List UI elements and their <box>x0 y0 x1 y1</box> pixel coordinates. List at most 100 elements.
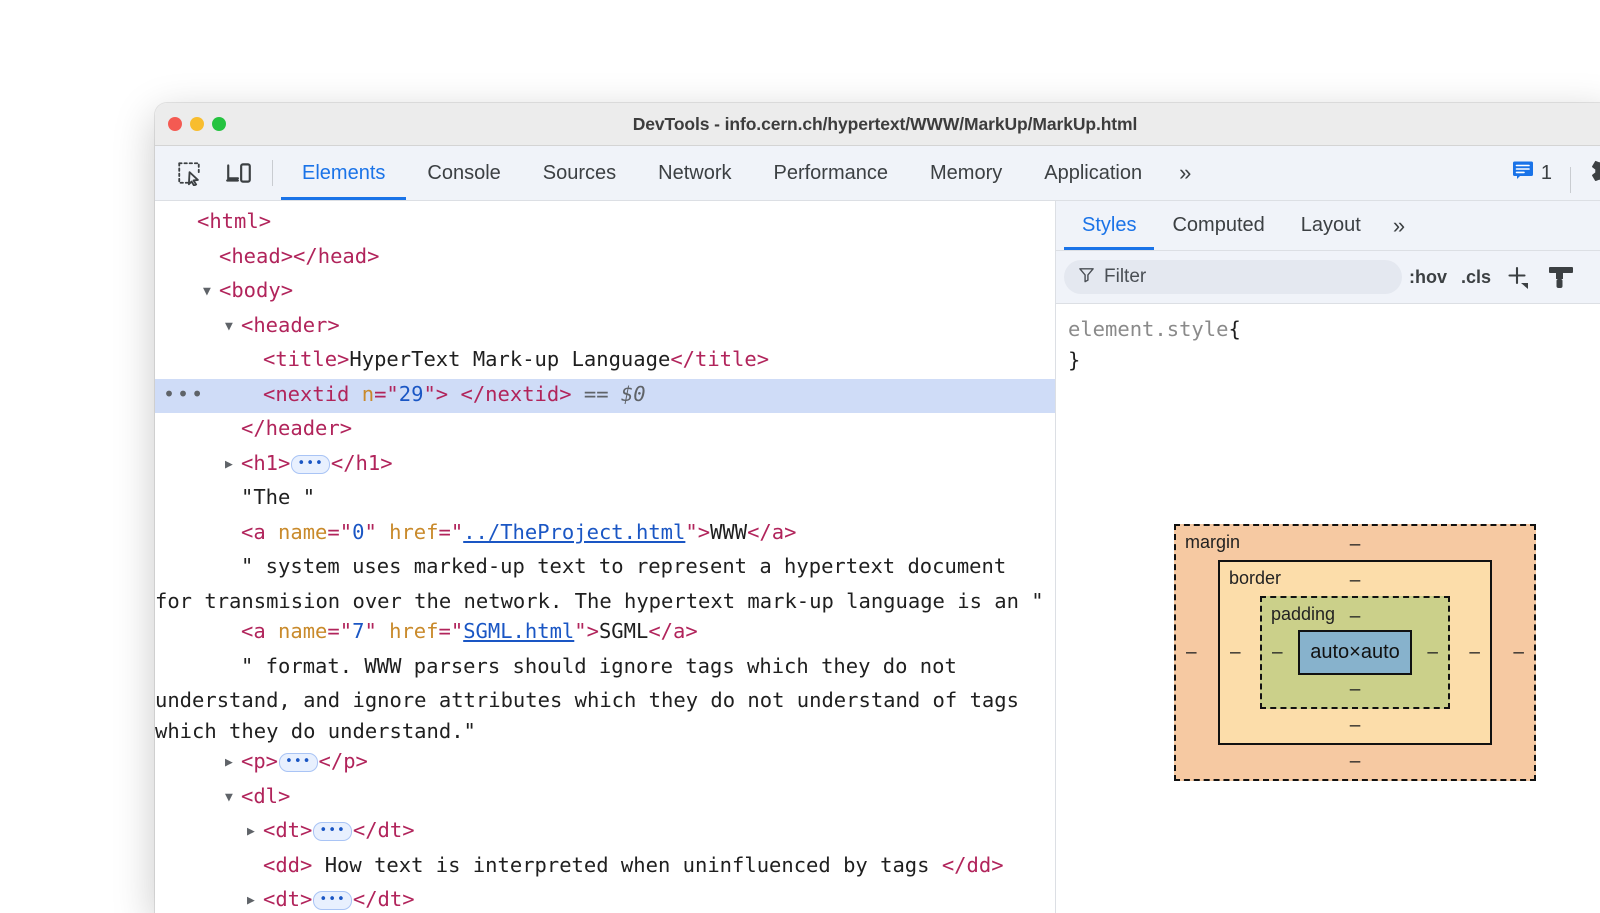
tab-styles[interactable]: Styles <box>1064 201 1155 250</box>
box-model-margin-left[interactable]: – <box>1186 642 1197 664</box>
box-model-padding-bottom[interactable]: – <box>1262 679 1448 701</box>
box-model-padding[interactable]: padding – – – – auto×auto <box>1260 596 1450 709</box>
token-tag: "> <box>574 619 599 643</box>
tab-memory[interactable]: Memory <box>909 146 1023 200</box>
dom-node-content: " system uses marked-up text to represen… <box>155 554 1044 613</box>
tab-application-label: Application <box>1044 161 1143 184</box>
tab-computed[interactable]: Computed <box>1154 201 1282 250</box>
expand-triangle-icon[interactable]: ▶ <box>225 748 241 779</box>
collapse-triangle-icon[interactable]: ▼ <box>203 277 219 308</box>
dom-node-html-open[interactable]: <html> <box>155 206 1055 241</box>
box-model-padding-right[interactable]: – <box>1427 642 1438 664</box>
copy-styles-icon[interactable] <box>1540 263 1582 291</box>
tab-performance[interactable]: Performance <box>753 146 910 200</box>
dom-node-text-system[interactable]: " system uses marked-up text to represen… <box>155 551 1055 616</box>
box-model-border-bottom[interactable]: – <box>1220 715 1490 737</box>
expand-triangle-icon[interactable]: ▶ <box>225 450 241 481</box>
token-tag: =" <box>374 381 399 406</box>
dom-node-dl-open[interactable]: ▼ <dl> <box>155 781 1055 816</box>
tab-elements[interactable]: Elements <box>281 146 407 200</box>
token-val: 7 <box>352 619 365 643</box>
token-tag: </dt> <box>352 818 415 842</box>
styles-more-tabs-chevron-icon[interactable]: » <box>1379 201 1416 250</box>
dom-node-header-close[interactable]: </header> <box>155 413 1055 448</box>
token-attr: name <box>278 619 328 643</box>
dom-node-h1[interactable]: ▶ <h1> ••• </h1> <box>155 448 1055 483</box>
dom-node-p[interactable]: ▶ <p> ••• </p> <box>155 746 1055 781</box>
message-count-indicator[interactable]: 1 <box>1502 160 1562 186</box>
tab-application[interactable]: Application <box>1023 146 1163 200</box>
token-lnk[interactable]: SGML.html <box>463 619 574 643</box>
expand-children-ellipsis-icon[interactable]: ••• <box>291 454 330 474</box>
token-tag: <a <box>241 519 279 544</box>
box-model-margin-bottom[interactable]: – <box>1176 751 1534 773</box>
token-tag: <p> <box>241 749 279 773</box>
token-txt: WWW <box>710 519 748 544</box>
token-tag: </h1> <box>330 450 393 475</box>
element-style-rule[interactable]: element.style{ } <box>1056 304 1600 376</box>
tab-computed-label: Computed <box>1172 214 1265 236</box>
token-tag: "> </nextid> <box>423 381 572 406</box>
box-model-margin-right[interactable]: – <box>1513 642 1524 664</box>
node-context-menu-icon[interactable]: ••• <box>163 379 205 410</box>
expand-children-ellipsis-icon[interactable]: ••• <box>279 753 318 772</box>
tab-console[interactable]: Console <box>406 146 521 200</box>
new-style-rule-button[interactable] <box>1498 263 1540 291</box>
tab-styles-label: Styles <box>1082 214 1137 236</box>
filter-icon <box>1078 266 1095 289</box>
dom-node-content: <nextid n="29"> </nextid> == $0 <box>263 382 646 406</box>
toggle-element-state-button[interactable]: :hov <box>1402 267 1454 288</box>
dom-node-nextid[interactable]: ••• <nextid n="29"> </nextid> == $0 <box>155 378 1055 413</box>
collapse-triangle-icon[interactable]: ▼ <box>225 312 241 343</box>
settings-button[interactable] <box>1579 153 1600 194</box>
expand-triangle-icon[interactable]: ▶ <box>247 817 263 848</box>
tab-sources[interactable]: Sources <box>522 146 637 200</box>
box-model-margin[interactable]: margin – – – – border – – – – padding – <box>1174 524 1536 781</box>
filter-input[interactable]: Filter <box>1064 260 1402 294</box>
box-model-border[interactable]: border – – – – padding – – – – auto×auto <box>1218 560 1492 745</box>
box-model-padding-top[interactable]: – <box>1262 606 1448 628</box>
expand-children-ellipsis-icon[interactable]: ••• <box>313 891 352 910</box>
dom-node-head[interactable]: <head></head> <box>155 241 1055 276</box>
dom-node-a-www[interactable]: <a name="0" href="../TheProject.html">WW… <box>155 517 1055 552</box>
dom-node-text-the[interactable]: "The " <box>155 482 1055 517</box>
box-model-border-right[interactable]: – <box>1469 642 1480 664</box>
box-model-content[interactable]: auto×auto <box>1298 630 1412 675</box>
tab-layout[interactable]: Layout <box>1283 201 1379 250</box>
tab-console-label: Console <box>427 161 501 184</box>
token-val: 0 <box>352 519 365 544</box>
more-tabs-label: » <box>1179 160 1191 185</box>
dom-node-title[interactable]: <title>HyperText Mark-up Language</title… <box>155 344 1055 379</box>
tab-network[interactable]: Network <box>637 146 752 200</box>
dom-tree-panel[interactable]: <html> <head></head> ▼ <body> ▼ <header> <ti… <box>155 201 1056 913</box>
element-classes-button[interactable]: .cls <box>1454 267 1498 288</box>
dom-node-body-open[interactable]: ▼ <body> <box>155 275 1055 310</box>
dom-node-dd-1[interactable]: <dd> How text is interpreted when uninfl… <box>155 850 1055 885</box>
collapse-triangle-icon[interactable]: ▼ <box>225 783 241 814</box>
dom-node-a-sgml[interactable]: <a name="7" href="SGML.html">SGML</a> <box>155 616 1055 651</box>
more-tabs-chevron-icon[interactable]: » <box>1163 146 1204 200</box>
box-model-margin-top[interactable]: – <box>1176 534 1534 556</box>
token-tag: </a> <box>648 619 698 643</box>
toolbar-divider <box>272 160 273 186</box>
dom-node-content: <h1> ••• </h1> <box>241 451 393 475</box>
toolbar-right-actions: 1 <box>1502 146 1600 200</box>
dom-node-dt-1[interactable]: ▶ <dt> ••• </dt> <box>155 815 1055 850</box>
token-txt: "The " <box>241 485 316 509</box>
inspect-element-icon[interactable] <box>164 146 214 200</box>
dom-node-text-format[interactable]: " format. WWW parsers should ignore tags… <box>155 651 1055 747</box>
box-model-padding-left[interactable]: – <box>1272 642 1283 664</box>
expand-children-ellipsis-icon[interactable]: ••• <box>313 822 352 841</box>
device-toolbar-icon[interactable] <box>214 146 264 200</box>
dom-node-header-open[interactable]: ▼ <header> <box>155 310 1055 345</box>
box-model-border-left[interactable]: – <box>1230 642 1241 664</box>
token-lnk[interactable]: ../TheProject.html <box>463 520 685 544</box>
token-tag: <header> <box>241 312 340 337</box>
token-attr: href <box>389 519 439 544</box>
dom-node-dt-2[interactable]: ▶ <dt> ••• </dt> <box>155 884 1055 913</box>
box-model-border-top[interactable]: – <box>1220 570 1490 592</box>
dom-node-content: "The " <box>241 485 315 509</box>
messages-icon <box>1512 160 1534 186</box>
